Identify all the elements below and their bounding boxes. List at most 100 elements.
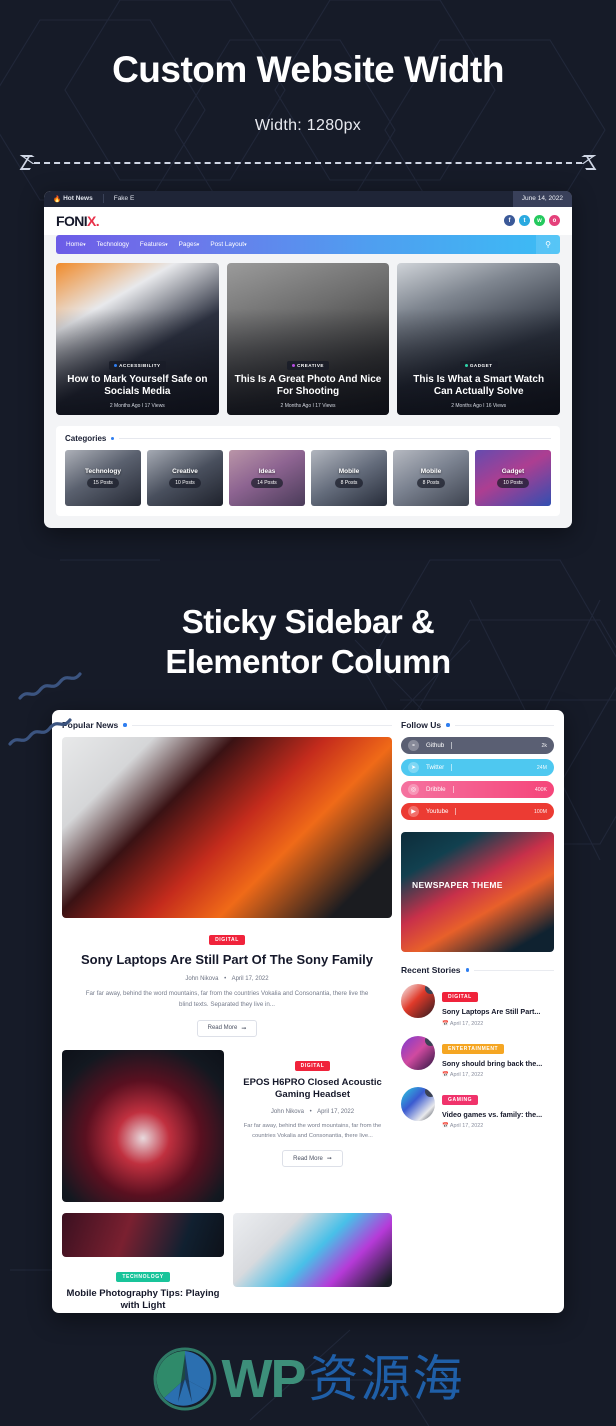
follow-us-heading: Follow Us xyxy=(401,720,442,731)
popular-news-header: Popular News xyxy=(62,720,392,730)
article-body: DIGITAL EPOS H6PRO Closed Acoustic Gamin… xyxy=(233,1050,392,1202)
heading-dot-icon xyxy=(446,723,450,727)
article-body: DIGITAL Sony Laptops Are Still Part Of T… xyxy=(62,918,392,1037)
hero-title-text: How to Mark Yourself Safe on Socials Med… xyxy=(67,373,208,398)
hero-text: GADGET This Is What a Smart Watch Can Ac… xyxy=(403,354,554,409)
github-icon: ⚬ xyxy=(408,740,419,752)
article-title[interactable]: Mobile Photography Tips: Playing with Li… xyxy=(62,1288,224,1313)
hot-news-label[interactable]: 🔥 Hot News xyxy=(53,195,93,203)
youtube-icon: ▶ xyxy=(408,806,419,818)
follow-button-twitter[interactable]: ➤ Twitter 24M xyxy=(401,759,554,777)
article-meta: John Nikova • April 17, 2022 xyxy=(185,976,269,983)
hero-card[interactable]: CREATIVE This Is A Great Photo And Nice … xyxy=(226,262,390,415)
recent-stories-header: Recent Stories xyxy=(401,965,554,975)
instagram-icon[interactable]: o xyxy=(549,215,560,227)
hero-title-text: This Is A Great Photo And Nice For Shoot… xyxy=(234,373,382,398)
heading-dot-icon xyxy=(465,968,470,972)
story-title[interactable]: Sony Laptops Are Still Part... xyxy=(442,1007,554,1016)
category-card[interactable]: Mobile 8 Posts xyxy=(311,449,387,506)
category-card[interactable]: Mobile 8 Posts xyxy=(393,449,469,506)
hero-badge: GADGET xyxy=(459,360,498,370)
article-image[interactable] xyxy=(62,1212,224,1257)
article-row: DIGITAL EPOS H6PRO Closed Acoustic Gamin… xyxy=(62,1049,392,1202)
recent-story-item[interactable]: 1 DIGITAL Sony Laptops Are Still Part...… xyxy=(401,984,554,1027)
facebook-icon[interactable]: f xyxy=(504,215,515,227)
categories-section: Categories Technology 15 Posts Creative … xyxy=(56,425,560,516)
hero-meta: 2 Months Ago I 17 Views xyxy=(280,402,336,409)
story-title[interactable]: Sony should bring back the... xyxy=(442,1059,554,1068)
category-card[interactable]: Creative 10 Posts xyxy=(147,449,223,506)
nav-item-pages[interactable]: Pages▾ xyxy=(179,241,200,248)
category-card[interactable]: Gadget 10 Posts xyxy=(475,449,551,506)
heading-rule xyxy=(454,724,554,726)
story-tag[interactable]: DIGITAL xyxy=(442,992,478,1003)
category-card[interactable]: Ideas 14 Posts xyxy=(229,449,305,506)
nav-item-features[interactable]: Features▾ xyxy=(140,241,168,248)
nav-item-home[interactable]: Home▾ xyxy=(66,241,86,248)
website-mockup-blog: Popular News DIGITAL Sony Laptops Are St… xyxy=(52,710,564,1313)
recent-story-item[interactable]: 3 GAMING Video games vs. family: the... … xyxy=(401,1086,554,1129)
article-image[interactable] xyxy=(62,1049,224,1202)
article-author: John Nikova xyxy=(270,1108,304,1115)
site-logo[interactable]: FONIX. xyxy=(56,213,100,229)
twitter-icon: ➤ xyxy=(408,762,419,774)
heading-rule xyxy=(119,437,551,439)
heading-rule xyxy=(474,969,554,971)
story-title[interactable]: Video games vs. family: the... xyxy=(442,1110,554,1119)
whatsapp-icon[interactable]: w xyxy=(534,215,545,227)
hero-title-text: This Is What a Smart Watch Can Actually … xyxy=(413,373,545,398)
read-more-button[interactable]: Read More ➞ xyxy=(282,1150,343,1168)
recent-story-item[interactable]: 2 ENTERTAINMENT Sony should bring back t… xyxy=(401,1035,554,1078)
follow-button-github[interactable]: ⚬ Github 2k xyxy=(401,737,554,755)
search-icon[interactable]: ⚲ xyxy=(536,234,560,254)
story-body: GAMING Video games vs. family: the... 📅 … xyxy=(442,1087,554,1129)
article-tag[interactable]: DIGITAL xyxy=(294,1060,331,1071)
mock-topbar: 🔥 Hot News Fake E June 14, 2022 xyxy=(44,190,572,207)
article-title[interactable]: Sony Laptops Are Still Part Of The Sony … xyxy=(70,952,384,969)
website-mockup-homepage: 🔥 Hot News Fake E June 14, 2022 FONIX. f… xyxy=(44,190,572,528)
article-date: April 17, 2022 xyxy=(317,1108,355,1115)
category-card[interactable]: Technology 15 Posts xyxy=(65,449,141,506)
article-excerpt: Far far away, behind the word mountains,… xyxy=(85,990,369,1008)
article-left-block: TECHNOLOGY Mobile Photography Tips: Play… xyxy=(62,1212,224,1313)
fire-icon: 🔥 xyxy=(53,195,62,203)
article-tag[interactable]: TECHNOLOGY xyxy=(116,1271,170,1282)
story-rank-badge: 2 xyxy=(425,1035,435,1046)
article-tag[interactable]: DIGITAL xyxy=(209,935,245,946)
story-tag[interactable]: ENTERTAINMENT xyxy=(442,1043,505,1054)
hero-text: CREATIVE This Is A Great Photo And Nice … xyxy=(233,354,384,409)
nav-item-post-layout[interactable]: Post Layout▾ xyxy=(210,241,246,248)
read-more-button[interactable]: Read More ➞ xyxy=(196,1019,258,1037)
follow-button-youtube[interactable]: ▶ Youtube 100M xyxy=(401,803,554,821)
promo-banner[interactable]: NEWSPAPER THEME xyxy=(401,832,554,953)
main-content-column: Popular News DIGITAL Sony Laptops Are St… xyxy=(62,720,392,1313)
hero-card[interactable]: GADGET This Is What a Smart Watch Can Ac… xyxy=(397,262,561,415)
follow-us-header: Follow Us xyxy=(401,720,554,730)
promo-title: NEWSPAPER THEME xyxy=(412,880,503,891)
story-date: 📅 April 17, 2022 xyxy=(442,1020,484,1027)
article-title[interactable]: EPOS H6PRO Closed Acoustic Gaming Headse… xyxy=(233,1077,392,1102)
main-navigation: Home▾ Technology Features▾ Pages▾ Post L… xyxy=(56,234,560,254)
follow-button-dribbble[interactable]: ◎ Dribble 400K xyxy=(401,781,554,799)
topbar-divider xyxy=(102,194,104,204)
width-ruler xyxy=(19,155,597,171)
hero-card-row: ACCESSIBILITY How to Mark Yourself Safe … xyxy=(44,254,572,415)
hero-meta: 2 Months Ago I 16 Views xyxy=(451,402,507,409)
watermark: WP 资源海 xyxy=(0,1346,616,1412)
hero-card[interactable]: ACCESSIBILITY How to Mark Yourself Safe … xyxy=(56,262,219,415)
article-image[interactable] xyxy=(62,737,392,919)
story-date: 📅 April 17, 2022 xyxy=(442,1123,484,1130)
article-date: April 17, 2022 xyxy=(231,976,269,983)
twitter-icon[interactable]: t xyxy=(519,215,530,227)
news-ticker[interactable]: Fake E xyxy=(114,195,135,202)
wordpress-logo-icon xyxy=(153,1347,216,1411)
article-meta: John Nikova • April 17, 2022 xyxy=(270,1108,355,1115)
recent-stories-heading: Recent Stories xyxy=(401,965,461,976)
article-image[interactable] xyxy=(233,1212,392,1287)
article-author: John Nikova xyxy=(185,976,219,983)
nav-item-technology[interactable]: Technology xyxy=(97,241,129,248)
hero-badge: ACCESSIBILITY xyxy=(109,360,166,370)
ruler-dashed-line xyxy=(34,161,582,164)
width-subtitle: Width: 1280px xyxy=(254,116,362,134)
story-tag[interactable]: GAMING xyxy=(442,1094,479,1105)
